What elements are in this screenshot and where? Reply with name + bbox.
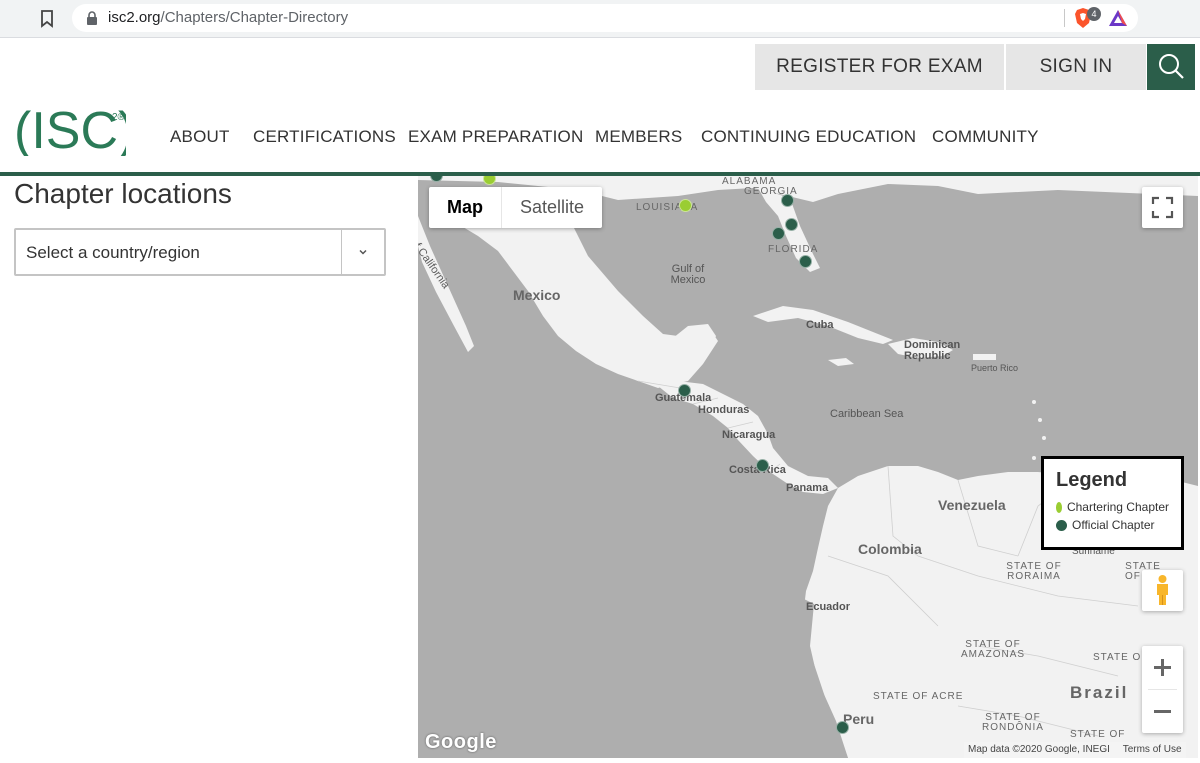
official-dot-icon: [1056, 519, 1067, 531]
official-chapter-marker[interactable]: [836, 721, 849, 734]
google-logo[interactable]: Google: [425, 731, 497, 754]
legend-label: Chartering Chapter: [1066, 500, 1169, 514]
legend-item-chartering: Chartering Chapter: [1056, 500, 1169, 514]
nav-about[interactable]: ABOUT: [170, 127, 230, 147]
official-chapter-marker[interactable]: [785, 218, 798, 231]
map-label-gulf-of-mexico: Gulf of Mexico: [670, 263, 706, 286]
bookmark-icon[interactable]: [40, 10, 54, 28]
nav-certifications[interactable]: CERTIFICATIONS: [253, 127, 396, 147]
map-data-credit: Map data ©2020 Google, INEGI: [968, 744, 1110, 755]
nav-members[interactable]: MEMBERS: [595, 127, 682, 147]
chevron-down-icon: [359, 249, 367, 255]
map-label-venezuela: Venezuela: [938, 497, 1006, 513]
map-label-panama: Panama: [786, 482, 829, 494]
map-type-satellite-button[interactable]: Satellite: [502, 187, 602, 228]
official-chapter-marker[interactable]: [799, 255, 812, 268]
legend-label: Official Chapter: [1072, 518, 1155, 532]
brave-shield-count: 4: [1087, 7, 1101, 21]
register-for-exam-button[interactable]: REGISTER FOR EXAM: [755, 44, 1004, 90]
map-label-amazonas: STATE OF AMAZONAS: [960, 639, 1026, 660]
map-label-rondonia: STATE OF RONDÔNIA: [982, 712, 1044, 733]
map-label-acre: STATE OF ACRE: [873, 691, 964, 702]
legend-item-official: Official Chapter: [1056, 518, 1169, 532]
search-button[interactable]: [1147, 44, 1195, 90]
chartering-chapter-marker[interactable]: [679, 199, 692, 212]
terms-of-use-link[interactable]: Terms of Use: [1123, 744, 1182, 755]
select-divider: [341, 230, 342, 274]
minus-icon: [1154, 710, 1171, 713]
legend-title: Legend: [1056, 469, 1128, 491]
map-type-map-button[interactable]: Map: [429, 187, 501, 228]
browser-toolbar: isc2.org/Chapters/Chapter-Directory 4: [0, 0, 1200, 38]
brave-rewards-icon[interactable]: [1108, 9, 1128, 27]
map-attribution: Map data ©2020 Google, INEGI Terms of Us…: [964, 742, 1186, 758]
search-icon: [1159, 54, 1184, 79]
map-label-nicaragua: Nicaragua: [722, 429, 776, 441]
zoom-control: [1142, 646, 1183, 733]
logo-superscript: 2®: [112, 112, 126, 123]
map-label-puerto-rico: Puerto Rico: [971, 363, 1019, 373]
official-chapter-marker[interactable]: [678, 384, 691, 397]
chapter-map[interactable]: ALABAMA GEORGIA LOUISIANA FLORIDA of Cal…: [418, 176, 1198, 758]
nav-continuing-education[interactable]: CONTINUING EDUCATION: [701, 127, 916, 147]
nav-community[interactable]: COMMUNITY: [932, 127, 1039, 147]
select-value: Select a country/region: [26, 243, 200, 262]
official-chapter-marker[interactable]: [772, 227, 785, 240]
map-label-state-of: STATE OF: [1070, 729, 1126, 740]
map-type-control: Map Satellite: [429, 187, 603, 228]
map-label-roraima: STATE OF RORAIMA: [1006, 561, 1062, 582]
map-label-honduras: Honduras: [698, 404, 750, 416]
map-label-dominican-republic: Dominican Republic: [904, 339, 961, 362]
plus-icon: [1154, 659, 1171, 676]
fullscreen-icon: [1151, 196, 1174, 219]
map-label-florida: FLORIDA: [768, 244, 819, 255]
isc2-logo[interactable]: (ISC) 2®: [14, 102, 135, 160]
zoom-in-button[interactable]: [1142, 646, 1183, 689]
country-region-select[interactable]: Select a country/region: [14, 228, 386, 276]
lock-icon: [87, 11, 97, 25]
map-label-cuba: Cuba: [806, 319, 834, 331]
zoom-out-button[interactable]: [1142, 690, 1183, 733]
map-label-mexico: Mexico: [513, 287, 561, 303]
nav-exam-preparation[interactable]: EXAM PREPARATION: [408, 127, 583, 147]
map-label-ecuador: Ecuador: [806, 601, 851, 613]
map-label-caribbean-sea: Caribbean Sea: [830, 408, 904, 420]
page-title: Chapter locations: [14, 178, 232, 209]
address-divider: [1064, 9, 1065, 27]
street-view-button[interactable]: [1142, 570, 1183, 611]
pegman-icon: [1157, 575, 1168, 605]
official-chapter-marker[interactable]: [781, 194, 794, 207]
map-legend: Legend Chartering Chapter Official Chapt…: [1041, 456, 1184, 550]
map-label-brazil: Brazil: [1070, 683, 1129, 702]
official-chapter-marker[interactable]: [756, 459, 769, 472]
map-label-state-o: STATE O: [1093, 652, 1142, 663]
map-label-colombia: Colombia: [858, 541, 922, 557]
chartering-dot-icon: [1056, 501, 1062, 513]
url-text: isc2.org/Chapters/Chapter-Directory: [108, 9, 349, 26]
fullscreen-button[interactable]: [1142, 187, 1183, 228]
logo-text: (ISC): [14, 102, 126, 156]
sign-in-button[interactable]: SIGN IN: [1006, 44, 1146, 90]
